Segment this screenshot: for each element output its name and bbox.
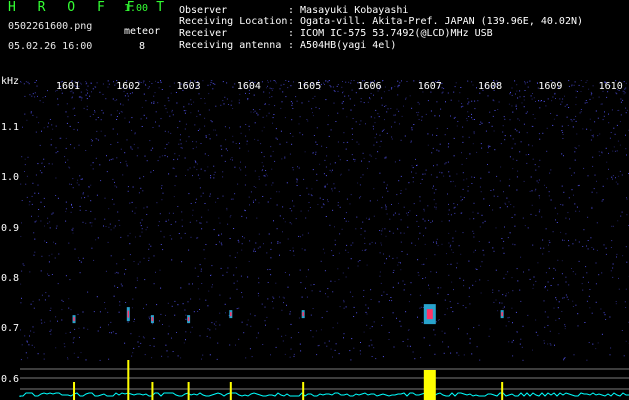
meteor-count-bar-2 <box>127 360 130 400</box>
meteor-count-bar-1 <box>73 382 76 400</box>
meteor-count-bar-3 <box>151 382 154 400</box>
spectrogram <box>19 80 629 400</box>
y-tick-1.1: 1.1 <box>1 122 20 133</box>
y-tick-0.8: 0.8 <box>1 272 20 284</box>
meteor-echo-5 <box>230 312 232 317</box>
meteor-count-bar-5 <box>229 382 232 400</box>
meteor-echo-4 <box>187 317 190 322</box>
meteor-count-bar-7 <box>423 370 436 400</box>
x-tick-1609: 1609 <box>538 81 563 92</box>
meteor-echo-2 <box>127 310 130 318</box>
x-tick-1607: 1607 <box>417 81 442 92</box>
y-tick-0.9: 0.9 <box>1 222 20 234</box>
meteor-echo-6 <box>302 312 304 317</box>
y-unit-label: kHz <box>1 76 20 87</box>
x-tick-1606: 1606 <box>357 81 382 92</box>
hroff-display: H R O F F T 1.00 0502261600.png 05.02.26… <box>0 0 629 400</box>
meteor-echo-8 <box>501 312 503 317</box>
y-tick-0.7: 0.7 <box>1 323 20 335</box>
x-tick-1601: 1601 <box>55 81 81 92</box>
x-tick-1602: 1602 <box>116 81 141 92</box>
meteor-count-bar-6 <box>302 382 305 400</box>
x-tick-1608: 1608 <box>478 81 503 92</box>
noise-field <box>20 80 629 361</box>
x-tick-1605: 1605 <box>297 81 322 92</box>
x-tick-1604: 1604 <box>236 81 261 92</box>
meteor-echo-3 <box>151 317 154 322</box>
meteor-count-bar-4 <box>187 382 190 400</box>
meteor-echo-1 <box>73 317 75 322</box>
baseline-trace <box>19 392 629 397</box>
x-tick-1603: 1603 <box>176 81 201 92</box>
x-tick-1610: 1610 <box>598 81 623 92</box>
y-tick-1.0: 1.0 <box>1 172 20 184</box>
meteor-echo-7 <box>426 309 433 320</box>
meteor-count-bar-8 <box>501 382 504 400</box>
y-tick-0.6: 0.6 <box>1 373 20 385</box>
